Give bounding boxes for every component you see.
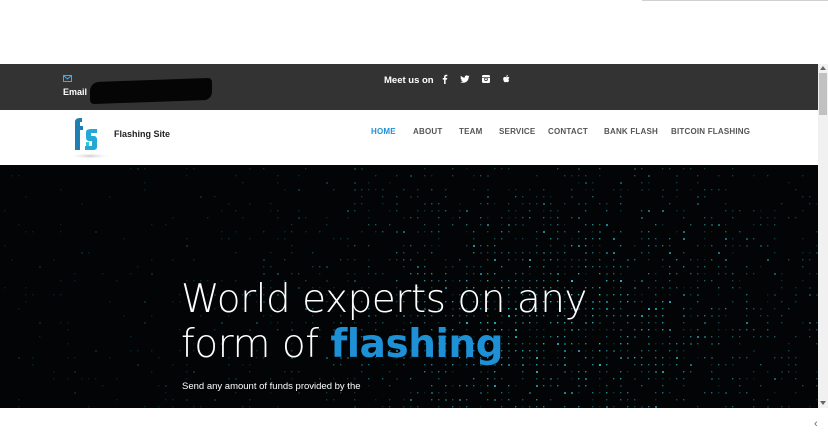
scroll-down-arrow-icon[interactable] xyxy=(820,401,826,405)
nav-bank-flash[interactable]: BANK FLASH xyxy=(604,127,658,136)
email-label: Email xyxy=(63,87,88,97)
scrollbar-thumb[interactable] xyxy=(819,73,827,115)
headline-line-1: World experts on any xyxy=(181,277,588,322)
twitter-icon[interactable] xyxy=(460,74,470,84)
divider-line xyxy=(642,0,828,1)
nav-contact[interactable]: CONTACT xyxy=(548,127,588,136)
scroll-up-arrow-icon[interactable] xyxy=(820,66,826,70)
main-navbar: Flashing Site HOME ABOUT TEAM SERVICE CO… xyxy=(0,110,818,165)
site-name[interactable]: Flashing Site xyxy=(114,129,170,139)
headline-line-2-prefix: form of xyxy=(181,322,331,367)
instagram-icon[interactable] xyxy=(481,74,491,84)
nav-service[interactable]: SERVICE xyxy=(499,127,535,136)
hero-headline: World experts on any form of flashing xyxy=(181,277,588,367)
facebook-icon[interactable] xyxy=(440,74,450,84)
nav-team[interactable]: TEAM xyxy=(459,127,482,136)
headline-line-2: form of flashing xyxy=(181,322,587,367)
redacted-email-value xyxy=(90,77,212,105)
nav-bitcoin-flashing[interactable]: BITCOIN FLASHING xyxy=(671,127,750,136)
headline-accent-word: flashing xyxy=(330,322,504,367)
top-contact-bar: Email Meet us on xyxy=(0,64,818,110)
chevron-left-icon[interactable]: ‹ xyxy=(814,418,818,430)
envelope-icon xyxy=(63,75,72,82)
nav-home[interactable]: HOME xyxy=(371,127,396,136)
vertical-scrollbar[interactable] xyxy=(818,64,828,408)
browser-viewport: Email Meet us on Flashing Site HOME ABOU… xyxy=(0,64,818,408)
nav-about[interactable]: ABOUT xyxy=(413,127,442,136)
blank-top-area xyxy=(0,0,828,64)
apple-icon[interactable] xyxy=(501,74,511,84)
blank-bottom-area xyxy=(0,408,828,442)
site-logo[interactable] xyxy=(66,116,114,160)
hero-subtext: Send any amount of funds provided by the xyxy=(182,381,361,392)
hero-banner: World experts on any form of flashing Se… xyxy=(0,165,818,408)
meet-us-label: Meet us on xyxy=(384,75,434,86)
